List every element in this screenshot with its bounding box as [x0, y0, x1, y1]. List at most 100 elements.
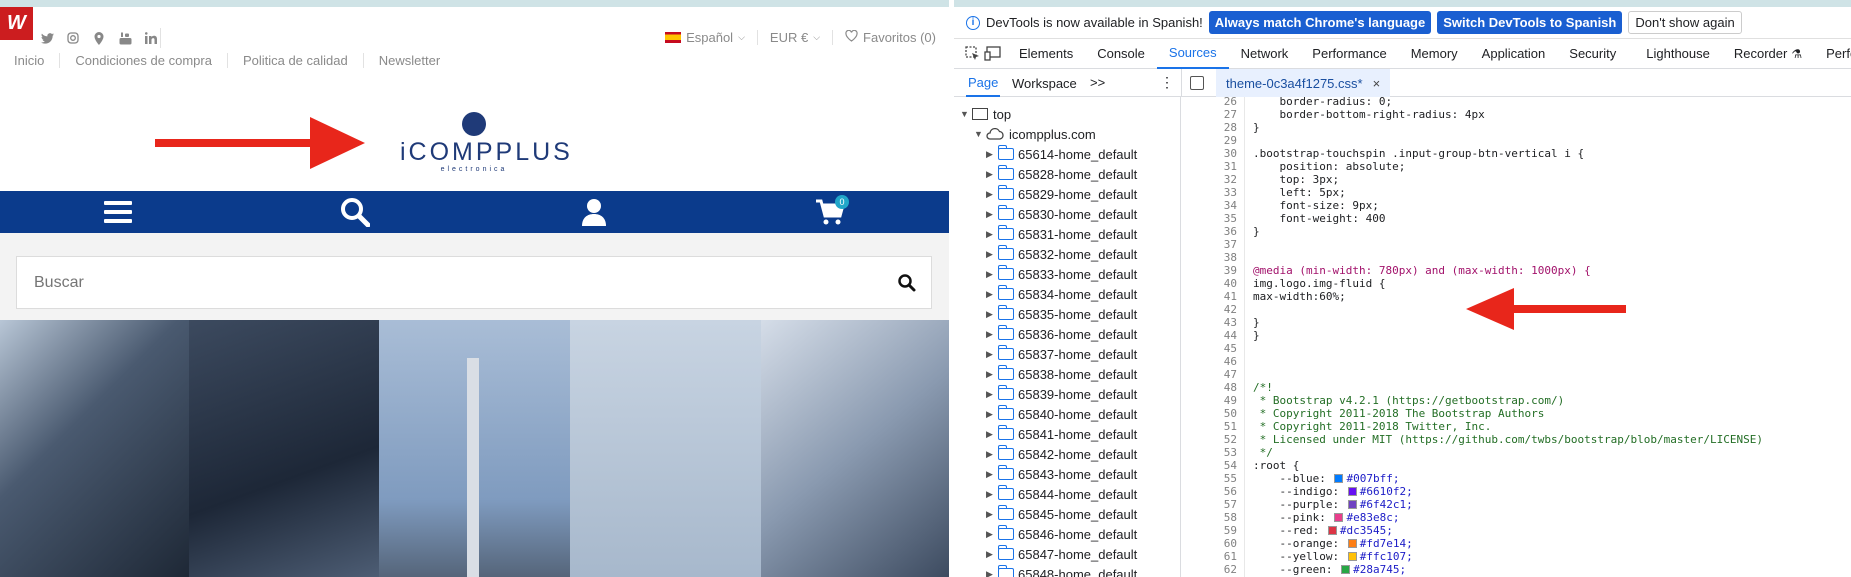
tab-lighthouse[interactable]: Lighthouse	[1634, 39, 1722, 69]
color-swatch-icon[interactable]	[1347, 487, 1357, 496]
more-tabs-icon[interactable]: >>	[1090, 75, 1105, 90]
currency-selector[interactable]: EUR € ⌵	[758, 30, 834, 45]
language-selector[interactable]: Español ⌵	[653, 30, 758, 45]
line-number-gutter: 26 27 28 29 30 31 32 33 34 35 36 37 38 39 40 41 42 43 44 45…	[1181, 97, 1245, 577]
tree-folder-label: 65829-home_default	[1018, 186, 1138, 202]
close-file-icon[interactable]: ×	[1373, 76, 1381, 91]
tree-folder-item[interactable]: ▶ 65831-home_default	[986, 224, 1137, 244]
folder-icon	[998, 565, 1014, 577]
favorites-link[interactable]: Favoritos (0)	[833, 29, 936, 45]
search-input[interactable]	[17, 257, 877, 308]
tab-performance-insights[interactable]: Perfo	[1814, 39, 1851, 69]
code-line: left: 5px;	[1253, 186, 1346, 199]
tree-folder-item[interactable]: ▶ 65835-home_default	[986, 304, 1137, 324]
switch-to-spanish-button[interactable]: Switch DevTools to Spanish	[1437, 11, 1623, 34]
hero-tile-car[interactable]	[761, 320, 949, 577]
nav-link-newsletter[interactable]: Newsletter	[362, 53, 455, 68]
color-swatch-icon[interactable]	[1327, 526, 1337, 535]
dont-show-again-button[interactable]: Don't show again	[1628, 11, 1742, 34]
brand-badge-icon[interactable]: W	[0, 7, 33, 40]
tree-folder-item[interactable]: ▶ 65830-home_default	[986, 204, 1137, 224]
css-color-value: #dc3545;	[1339, 524, 1393, 537]
linkedin-icon[interactable]	[144, 31, 158, 45]
nav-link-calidad[interactable]: Politica de calidad	[226, 53, 363, 68]
collapsed-triangle-icon: ▶	[986, 568, 993, 577]
toggle-navigator-icon[interactable]	[1190, 76, 1204, 90]
device-toolbar-icon[interactable]	[984, 44, 1001, 64]
tree-folder-item[interactable]: ▶ 65837-home_default	[986, 344, 1137, 364]
nav-link-inicio[interactable]: Inicio	[14, 53, 59, 68]
search-box	[16, 256, 932, 309]
tree-folder-item[interactable]: ▶ 65838-home_default	[986, 364, 1137, 384]
tree-folder-item[interactable]: ▶ 65844-home_default	[986, 484, 1137, 504]
hero-tile-engine[interactable]	[189, 320, 379, 577]
hero-tile-tower[interactable]	[379, 320, 570, 577]
tree-folder-label: 65831-home_default	[1018, 226, 1138, 242]
kebab-menu-icon[interactable]: ⋮	[1160, 74, 1174, 91]
tree-folder-item[interactable]: ▶ 65828-home_default	[986, 164, 1137, 184]
inspect-element-icon[interactable]	[965, 44, 980, 64]
top-nav-links: Inicio Condiciones de compra Politica de…	[14, 53, 455, 68]
line-number: 58	[1223, 511, 1237, 524]
search-submit-icon[interactable]	[897, 273, 917, 293]
line-number: 54	[1223, 459, 1237, 472]
tab-security[interactable]: Security	[1557, 39, 1628, 69]
tree-folder-item[interactable]: ▶ 65834-home_default	[986, 284, 1137, 304]
twitter-icon[interactable]	[40, 31, 54, 45]
search-icon[interactable]	[340, 197, 370, 227]
color-swatch-icon[interactable]	[1347, 539, 1357, 548]
open-file-tab[interactable]: theme-0c3a4f1275.css* ×	[1216, 69, 1391, 97]
tree-folder-item[interactable]: ▶ 65846-home_default	[986, 524, 1137, 544]
hamburger-menu-icon[interactable]	[103, 197, 133, 227]
tab-console[interactable]: Console	[1085, 39, 1157, 69]
hero-tile-lines[interactable]	[570, 320, 761, 577]
youtube-icon[interactable]	[118, 31, 132, 45]
line-number: 45	[1223, 342, 1237, 355]
tree-folder-item[interactable]: ▶ 65845-home_default	[986, 504, 1137, 524]
user-account-icon[interactable]	[579, 197, 609, 227]
match-chrome-language-button[interactable]: Always match Chrome's language	[1208, 11, 1432, 34]
tree-folder-item[interactable]: ▶ 65836-home_default	[986, 324, 1137, 344]
tab-elements[interactable]: Elements	[1007, 39, 1085, 69]
site-logo[interactable]: iCOMPPLUS electronica	[400, 112, 570, 173]
line-number: 41	[1223, 290, 1237, 303]
color-swatch-icon[interactable]	[1334, 474, 1344, 483]
instagram-icon[interactable]	[66, 31, 80, 45]
css-var-name: --yellow:	[1253, 550, 1346, 563]
line-number: 56	[1223, 485, 1237, 498]
color-swatch-icon[interactable]	[1341, 565, 1351, 574]
tree-folder-item[interactable]: ▶ 65841-home_default	[986, 424, 1137, 444]
shopping-cart-icon[interactable]: 0	[815, 195, 849, 227]
tree-folder-item[interactable]: ▶ 65614-home_default	[986, 144, 1137, 164]
tree-folder-item[interactable]: ▶ 65847-home_default	[986, 544, 1137, 564]
color-swatch-icon[interactable]	[1347, 552, 1357, 561]
tree-item-top[interactable]: ▼ top	[960, 104, 1011, 124]
tab-recorder[interactable]: Recorder ⚗	[1722, 39, 1814, 69]
code-editor[interactable]: 26 27 28 29 30 31 32 33 34 35 36 37 38 39 40 41 42 43 44 45…	[1181, 97, 1851, 577]
folder-icon	[998, 465, 1014, 480]
tab-performance[interactable]: Performance	[1300, 39, 1398, 69]
tab-memory[interactable]: Memory	[1399, 39, 1470, 69]
tree-folder-item[interactable]: ▶ 65829-home_default	[986, 184, 1137, 204]
sources-tab-page[interactable]: Page	[966, 69, 1001, 97]
tree-folder-item[interactable]: ▶ 65840-home_default	[986, 404, 1137, 424]
tree-folder-item[interactable]: ▶ 65839-home_default	[986, 384, 1137, 404]
folder-icon	[998, 265, 1014, 280]
tab-sources[interactable]: Sources	[1156, 39, 1229, 69]
color-swatch-icon[interactable]	[1334, 513, 1344, 522]
tab-application[interactable]: Application	[1470, 39, 1558, 69]
tree-folder-item[interactable]: ▶ 65843-home_default	[986, 464, 1137, 484]
tab-network[interactable]: Network	[1229, 39, 1301, 69]
collapsed-triangle-icon: ▶	[986, 388, 993, 399]
tree-folder-item[interactable]: ▶ 65833-home_default	[986, 264, 1137, 284]
color-swatch-icon[interactable]	[1347, 500, 1357, 509]
hero-tile-propeller[interactable]	[0, 320, 189, 577]
sources-tab-workspace[interactable]: Workspace	[1012, 69, 1077, 97]
collapsed-triangle-icon: ▶	[986, 228, 993, 239]
tree-folder-item[interactable]: ▶ 65842-home_default	[986, 444, 1137, 464]
nav-link-condiciones[interactable]: Condiciones de compra	[59, 53, 227, 68]
tree-folder-item[interactable]: ▶ 65832-home_default	[986, 244, 1137, 264]
tree-item-domain[interactable]: ▼ icompplus.com	[974, 124, 1096, 144]
tree-folder-item[interactable]: ▶ 65848-home_default	[986, 564, 1137, 577]
map-pin-icon[interactable]	[92, 31, 106, 45]
